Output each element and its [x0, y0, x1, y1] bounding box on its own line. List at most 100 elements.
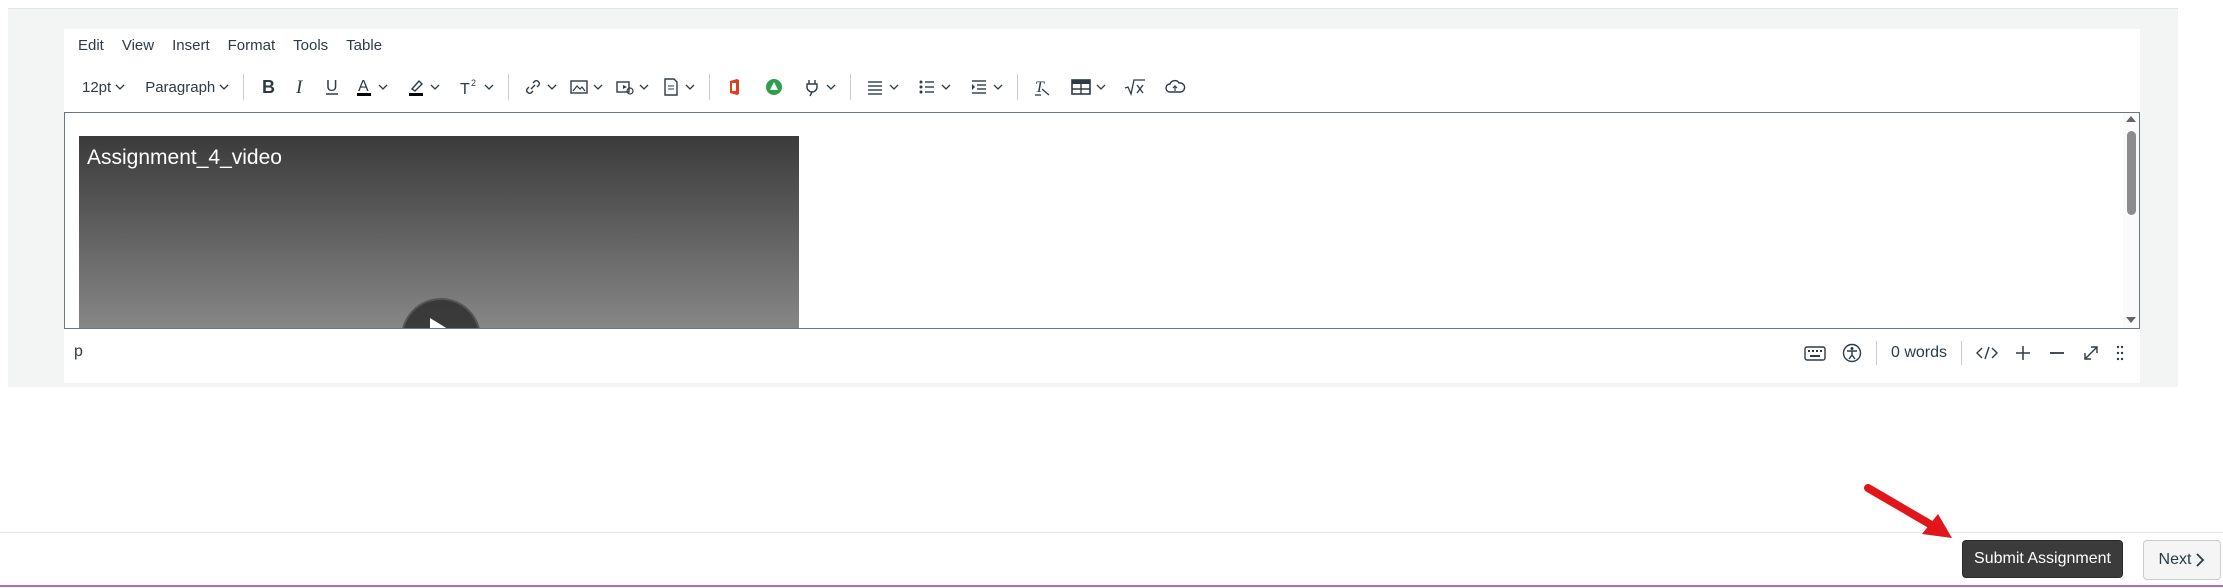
minus-icon: [2050, 352, 2064, 354]
scroll-up-icon[interactable]: [2126, 116, 2136, 122]
image-button[interactable]: [563, 71, 609, 103]
font-size-select[interactable]: 12pt: [76, 71, 131, 103]
apps-icon: [766, 79, 783, 95]
table-button[interactable]: [1064, 71, 1112, 103]
link-button[interactable]: [517, 71, 563, 103]
keyboard-icon: [1804, 346, 1826, 361]
chevron-down-icon: [547, 84, 557, 90]
svg-text:B: B: [262, 77, 275, 97]
toolbar-divider: [709, 74, 711, 100]
document-button[interactable]: [655, 71, 701, 103]
cloud-button[interactable]: [1158, 71, 1192, 103]
bold-button[interactable]: B: [252, 71, 284, 103]
menu-edit[interactable]: Edit: [78, 37, 104, 59]
drag-handle-icon: [2116, 345, 2124, 361]
italic-button[interactable]: I: [284, 71, 316, 103]
toolbar-divider: [850, 74, 852, 100]
office365-icon: [730, 79, 740, 95]
chevron-down-icon: [378, 84, 388, 90]
chevron-down-icon: [889, 84, 899, 90]
editor-statusbar: p 0 words: [64, 333, 2140, 373]
link-icon: [526, 80, 541, 94]
resize-handle[interactable]: [2108, 344, 2132, 362]
accessibility-icon: [1842, 343, 1862, 363]
html-editor-button[interactable]: [1968, 345, 2006, 361]
media-icon: [616, 81, 634, 95]
chevron-down-icon: [685, 84, 695, 90]
clear-format-button[interactable]: T: [1026, 71, 1058, 103]
chevron-down-icon: [1096, 84, 1106, 90]
menu-view[interactable]: View: [122, 37, 154, 59]
cloud-icon: [1165, 79, 1186, 93]
office365-button[interactable]: [718, 71, 750, 103]
code-icon: [1976, 346, 1998, 360]
align-button[interactable]: [859, 71, 905, 103]
font-size-value: 12pt: [82, 78, 112, 96]
play-button[interactable]: [401, 298, 481, 328]
chevron-down-icon: [826, 84, 836, 90]
plugin-icon: [806, 80, 818, 97]
toolbar-divider: [508, 74, 510, 100]
svg-text:I: I: [295, 77, 304, 97]
submit-assignment-button[interactable]: Submit Assignment: [1962, 540, 2123, 578]
document-icon: [664, 78, 678, 96]
align-icon: [868, 81, 883, 95]
expand-icon: [2084, 346, 2098, 360]
statusbar-tools: 0 words: [1796, 337, 2132, 369]
element-path[interactable]: p: [74, 343, 83, 361]
menu-insert[interactable]: Insert: [172, 37, 210, 59]
menu-tools[interactable]: Tools: [293, 37, 328, 59]
text-color-icon: A: [357, 78, 372, 96]
chevron-down-icon: [430, 84, 440, 90]
bold-icon: B: [262, 77, 275, 97]
play-icon: [430, 318, 456, 328]
menu-format[interactable]: Format: [228, 37, 276, 59]
table-icon: [1071, 79, 1092, 95]
editor-panel: Edit View Insert Format Tools Table 12pt…: [8, 8, 2178, 387]
superscript-icon: T2: [460, 78, 476, 97]
accessibility-checker-button[interactable]: [1834, 343, 1870, 363]
statusbar-divider: [1961, 341, 1962, 365]
chevron-down-icon: [484, 84, 494, 90]
indent-button[interactable]: [963, 71, 1009, 103]
accent-bottom-line: [0, 585, 2223, 587]
scrollbar-thumb[interactable]: [2127, 131, 2136, 215]
image-icon: [570, 80, 588, 94]
underline-icon: U: [326, 78, 339, 95]
superscript-button[interactable]: T2: [452, 71, 500, 103]
editor-content-area[interactable]: Assignment_4_video: [64, 112, 2140, 329]
chevron-down-icon: [941, 84, 951, 90]
chevron-down-icon: [219, 84, 229, 90]
keyboard-shortcuts-button[interactable]: [1796, 344, 1834, 362]
indent-icon: [972, 80, 987, 94]
fullscreen-button[interactable]: [2074, 344, 2108, 362]
word-count[interactable]: 0 words: [1883, 344, 1955, 362]
svg-text:A: A: [358, 78, 369, 95]
text-color-button[interactable]: A: [348, 71, 394, 103]
highlight-button[interactable]: [400, 71, 446, 103]
svg-text:T: T: [1035, 79, 1045, 96]
clear-format-icon: T: [1035, 79, 1050, 96]
red-arrow-annotation: [1864, 484, 1952, 538]
embedded-video[interactable]: Assignment_4_video: [79, 136, 799, 328]
plus-icon: [2016, 346, 2030, 360]
plugin-button[interactable]: [796, 71, 842, 103]
scroll-down-icon[interactable]: [2126, 317, 2136, 323]
chevron-down-icon: [993, 84, 1003, 90]
next-button[interactable]: Next: [2143, 540, 2221, 580]
menu-table[interactable]: Table: [346, 37, 382, 59]
math-icon: [1125, 79, 1146, 97]
zoom-in-button[interactable]: [2006, 344, 2040, 362]
scrollbar[interactable]: [2123, 113, 2139, 328]
zoom-out-button[interactable]: [2040, 344, 2074, 362]
media-button[interactable]: [609, 71, 655, 103]
apps-button[interactable]: [758, 71, 790, 103]
svg-text:T: T: [460, 81, 470, 97]
chevron-right-icon: [2196, 553, 2205, 567]
block-format-select[interactable]: Paragraph: [139, 71, 235, 103]
chevron-down-icon: [593, 84, 603, 90]
underline-button[interactable]: U: [316, 71, 348, 103]
editor-menubar: Edit View Insert Format Tools Table: [78, 37, 400, 59]
math-button[interactable]: [1118, 71, 1152, 103]
bullet-list-button[interactable]: [911, 71, 957, 103]
